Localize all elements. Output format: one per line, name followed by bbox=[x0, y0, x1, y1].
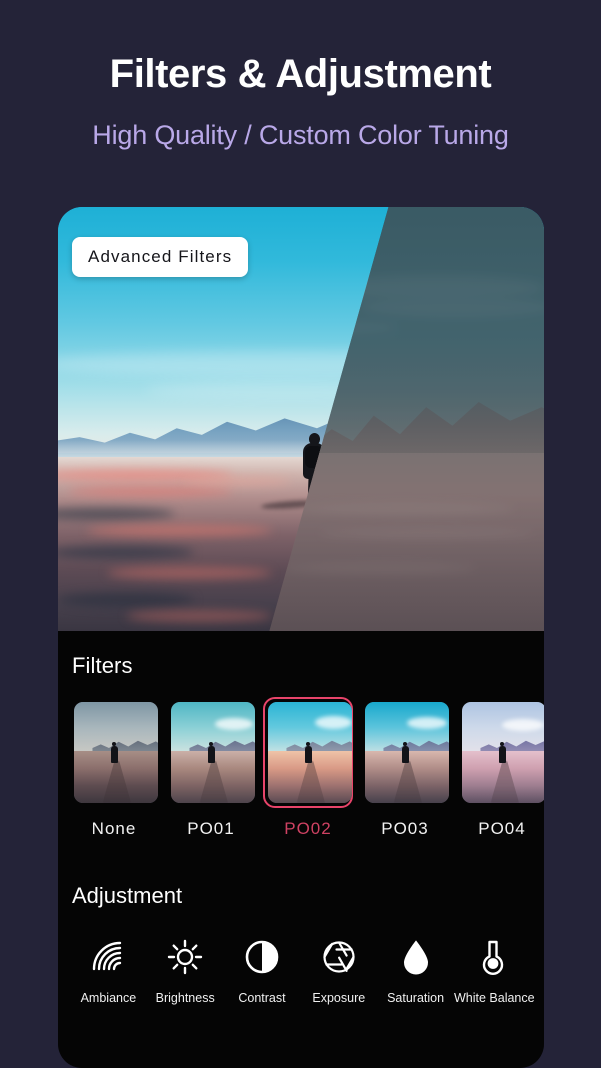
thumb-figure bbox=[401, 742, 409, 764]
thermometer-bulb-icon[interactable] bbox=[454, 935, 532, 979]
adjustment-row[interactable]: Ambiance Brightness Contrast Exposure Sa… bbox=[58, 909, 544, 1005]
page-subtitle: High Quality / Custom Color Tuning bbox=[92, 120, 509, 150]
page-header: Filters & Adjustment High Quality / Cust… bbox=[0, 0, 601, 151]
adjustment-heading: Adjustment bbox=[72, 883, 183, 908]
adjustment-item-ambiance[interactable]: Ambiance bbox=[70, 935, 147, 1005]
adjustment-item-saturation[interactable]: Saturation bbox=[377, 935, 454, 1005]
sun-icon[interactable] bbox=[147, 935, 224, 979]
adjustment-label: Ambiance bbox=[80, 991, 137, 1005]
page-title: Filters & Adjustment bbox=[109, 52, 492, 96]
droplet-icon[interactable] bbox=[377, 935, 454, 979]
filter-thumbnail[interactable] bbox=[74, 702, 158, 803]
hero-photo[interactable]: Advanced Filters bbox=[58, 207, 544, 631]
filter-label: PO02 bbox=[284, 819, 332, 838]
filter-label: PO03 bbox=[381, 819, 429, 838]
thumb-figure bbox=[498, 742, 506, 764]
filter-thumbnail[interactable] bbox=[268, 702, 352, 803]
filter-item-po04[interactable]: PO04 bbox=[460, 697, 544, 839]
advanced-filters-badge[interactable]: Advanced Filters bbox=[72, 237, 249, 277]
adjustment-item-contrast[interactable]: Contrast bbox=[224, 935, 301, 1005]
filters-section: Filters None PO01 PO02 PO03 PO04 bbox=[58, 631, 544, 839]
filter-item-po03[interactable]: PO03 bbox=[363, 697, 449, 839]
filter-label: None bbox=[91, 819, 137, 838]
adjustment-label: Brightness bbox=[155, 991, 215, 1005]
ambiance-arcs-icon[interactable] bbox=[70, 935, 147, 979]
filter-label: PO01 bbox=[187, 819, 235, 838]
adjustment-section: Adjustment Ambiance Brightness Contrast … bbox=[58, 839, 544, 1005]
filter-thumbnail-row[interactable]: None PO01 PO02 PO03 PO04 bbox=[58, 679, 544, 839]
filter-thumbnail[interactable] bbox=[171, 702, 255, 803]
filters-heading: Filters bbox=[72, 653, 133, 678]
adjustment-label: Contrast bbox=[238, 991, 286, 1005]
app-preview-card: Advanced Filters Filters None PO01 PO02 … bbox=[58, 207, 544, 1068]
contrast-half-circle-icon[interactable] bbox=[224, 935, 301, 979]
filter-item-none[interactable]: None bbox=[72, 697, 158, 839]
filter-thumbnail[interactable] bbox=[462, 702, 544, 803]
thumb-figure bbox=[110, 742, 118, 764]
adjustment-label: White Balance bbox=[453, 991, 535, 1005]
filter-label: PO04 bbox=[478, 819, 526, 838]
adjustment-label: Exposure bbox=[312, 991, 366, 1005]
thumb-figure bbox=[304, 742, 312, 764]
adjustment-item-brightness[interactable]: Brightness bbox=[147, 935, 224, 1005]
filter-item-po01[interactable]: PO01 bbox=[169, 697, 255, 839]
adjustment-item-white-balance[interactable]: White Balance bbox=[453, 935, 535, 1005]
adjustment-label: Saturation bbox=[387, 991, 445, 1005]
thumb-figure bbox=[207, 742, 215, 764]
aperture-icon[interactable] bbox=[300, 935, 377, 979]
filter-item-po02[interactable]: PO02 bbox=[263, 697, 353, 839]
filter-thumbnail[interactable] bbox=[365, 702, 449, 803]
adjustment-item-exposure[interactable]: Exposure bbox=[300, 935, 377, 1005]
